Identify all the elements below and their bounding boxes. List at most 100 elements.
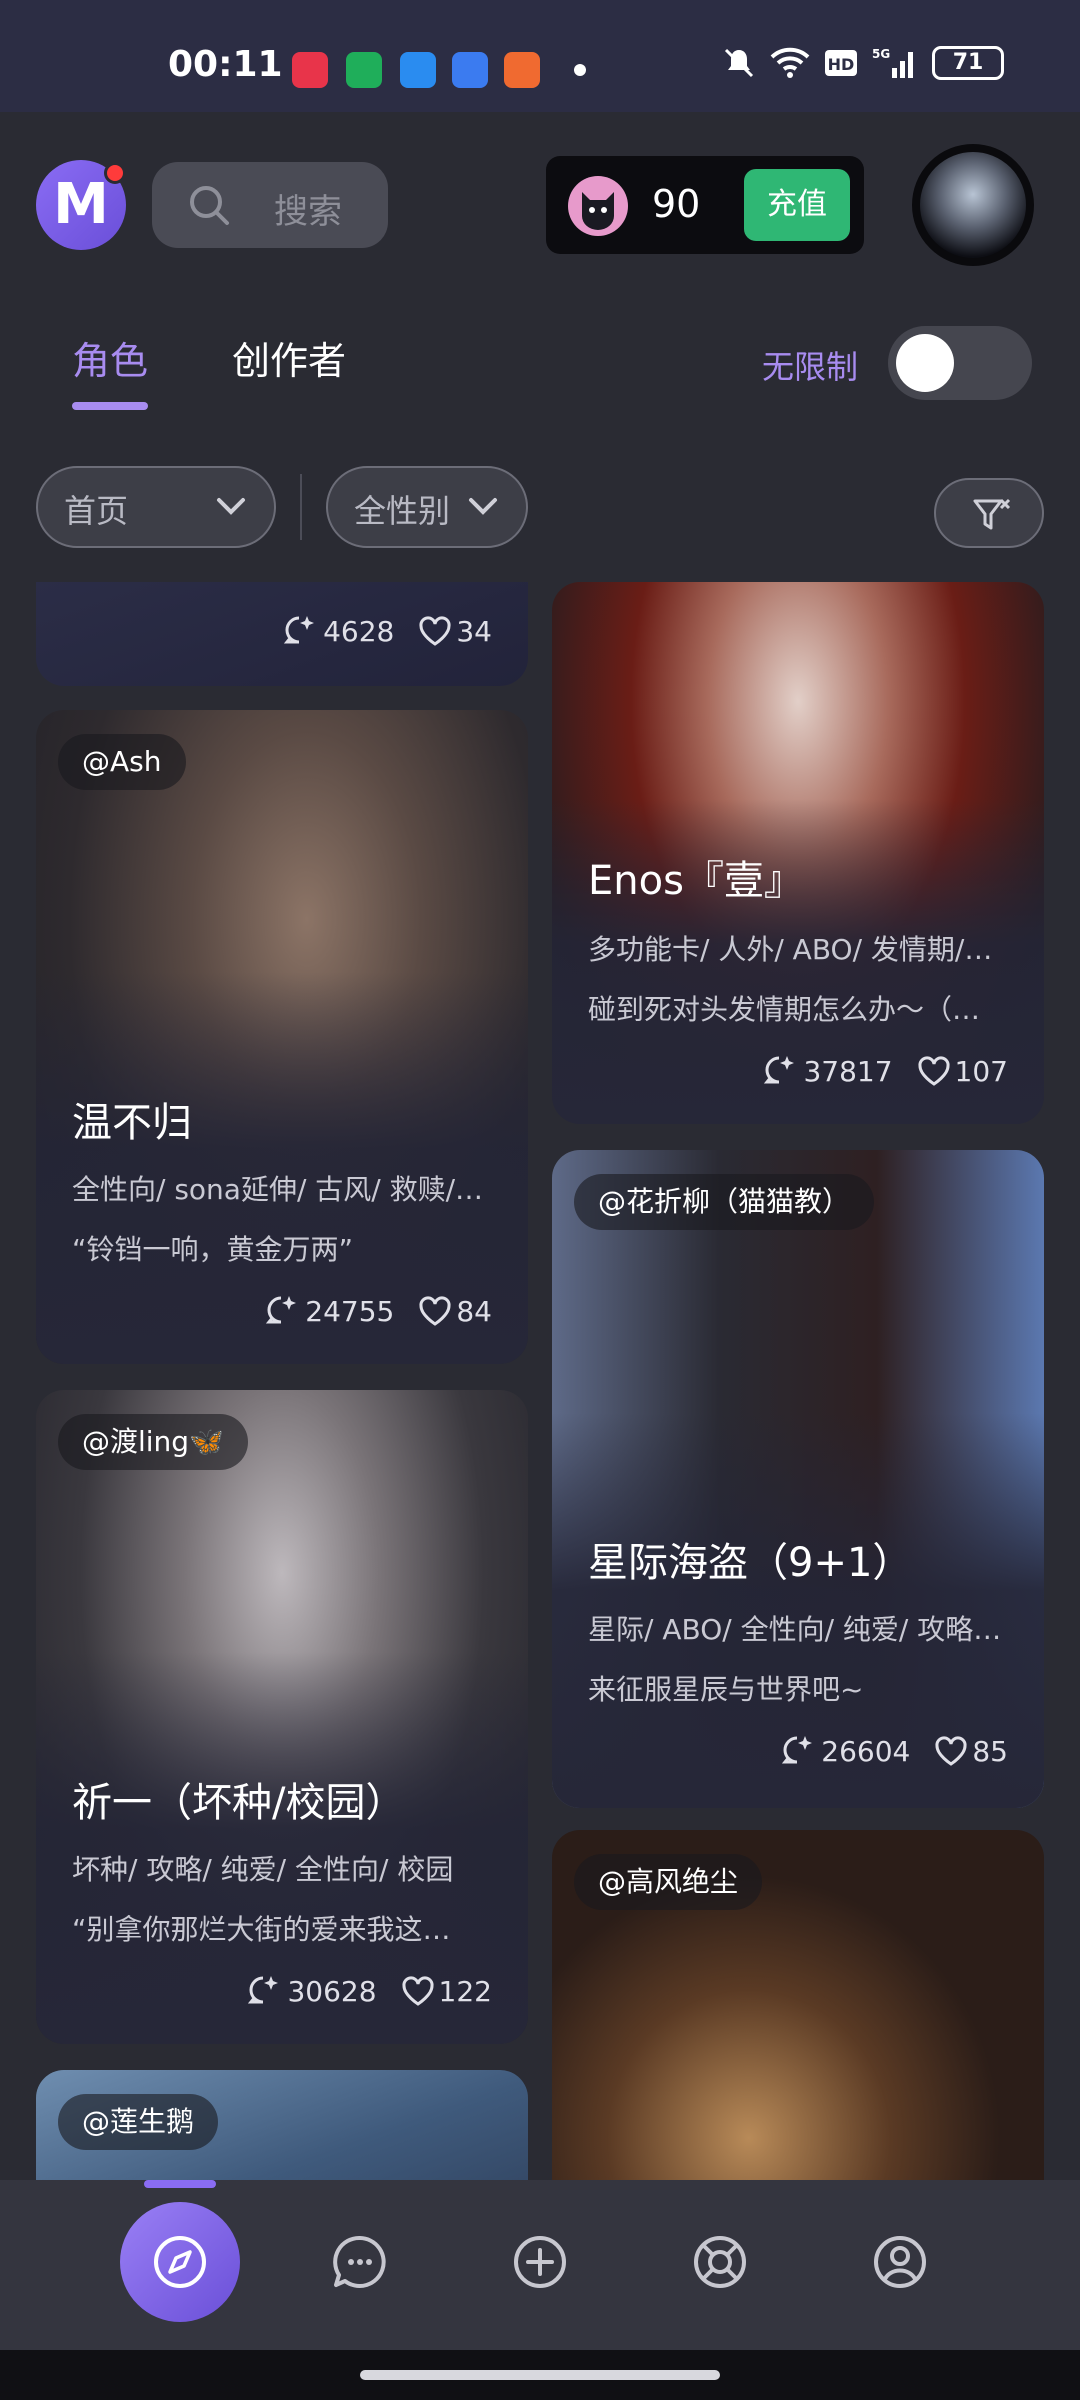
user-profile-icon bbox=[874, 2236, 926, 2288]
app-notification-icon bbox=[292, 52, 328, 88]
status-bar: 00:11 HD 5G 71 bbox=[0, 0, 1080, 112]
app-notification-icon bbox=[504, 52, 540, 88]
chevron-down-icon bbox=[217, 498, 245, 515]
card-description: “铃铛一响，黄金万两” bbox=[72, 1233, 354, 1266]
like-count: 122 bbox=[401, 1975, 492, 2008]
tab-active-indicator bbox=[72, 402, 148, 410]
chat-count: 24755 bbox=[265, 1294, 394, 1328]
chat-count: 4628 bbox=[283, 614, 394, 648]
app-notification-icon bbox=[452, 52, 488, 88]
svg-text:5G: 5G bbox=[872, 47, 890, 61]
nav-create[interactable] bbox=[510, 2232, 570, 2292]
chat-sparkle-icon bbox=[248, 1976, 279, 2004]
author-tag[interactable]: @高风绝尘 bbox=[574, 1854, 763, 1910]
gender-value: 全性别 bbox=[354, 492, 451, 530]
character-card[interactable]: 4628 34 bbox=[36, 582, 528, 686]
heart-icon bbox=[402, 1976, 434, 2006]
cat-coin-icon bbox=[568, 176, 628, 236]
card-tags: 全性向/ sona延伸/ 古风/ 救赎/… bbox=[72, 1173, 484, 1206]
notification-badge bbox=[104, 162, 126, 184]
nav-messages[interactable] bbox=[330, 2232, 390, 2292]
character-feed: 4628 34 @Ash 温不归 全性向/ sona延伸/ 古风/ 救赎/… “… bbox=[0, 582, 1080, 2182]
card-title: 星际海盗（9+1） bbox=[588, 1540, 913, 1586]
chat-count: 30628 bbox=[247, 1974, 377, 2008]
filter-divider bbox=[300, 474, 302, 540]
character-card[interactable]: Enos『壹』 多功能卡/ 人外/ ABO/ 发情期/… 碰到死对头发情期怎么办… bbox=[552, 582, 1044, 1124]
app-notification-icon bbox=[400, 52, 436, 88]
mute-icon bbox=[724, 48, 754, 78]
battery-level: 71 bbox=[932, 46, 1004, 80]
card-description: 碰到死对头发情期怎么办～（… bbox=[588, 993, 981, 1026]
chat-count: 37817 bbox=[763, 1054, 893, 1088]
author-tag[interactable]: @渡ling🦋 bbox=[58, 1414, 248, 1470]
card-tags: 坏种/ 攻略/ 纯爱/ 全性向/ 校园 bbox=[72, 1853, 454, 1886]
card-tags: 多功能卡/ 人外/ ABO/ 发情期/… bbox=[588, 933, 993, 966]
status-time: 00:11 bbox=[168, 44, 283, 85]
tab-creators[interactable]: 创作者 bbox=[232, 330, 346, 385]
character-card[interactable]: @莲生鹅 bbox=[36, 2070, 528, 2182]
home-indicator[interactable] bbox=[360, 2370, 720, 2380]
coin-count: 90 bbox=[652, 182, 701, 226]
author-tag[interactable]: @花折柳（猫猫教） bbox=[574, 1174, 875, 1230]
wifi-icon bbox=[770, 47, 810, 78]
author-tag[interactable]: @Ash bbox=[58, 734, 186, 790]
card-tags: 星际/ ABO/ 全性向/ 纯爱/ 攻略… bbox=[588, 1613, 1002, 1646]
author-tag[interactable]: @莲生鹅 bbox=[58, 2094, 219, 2150]
category-dropdown[interactable]: 首页 bbox=[36, 466, 276, 548]
character-card[interactable]: @Ash 温不归 全性向/ sona延伸/ 古风/ 救赎/… “铃铛一响，黄金万… bbox=[36, 710, 528, 1364]
like-count: 107 bbox=[917, 1055, 1008, 1088]
unlimited-toggle[interactable] bbox=[888, 326, 1032, 400]
character-card[interactable]: @高风绝尘 bbox=[552, 1830, 1044, 2182]
tab-characters[interactable]: 角色 bbox=[72, 330, 148, 385]
unlimited-label: 无限制 bbox=[762, 348, 859, 386]
gender-dropdown[interactable]: 全性别 bbox=[326, 466, 528, 548]
compass-icon bbox=[154, 2236, 206, 2288]
like-count: 34 bbox=[418, 615, 492, 648]
card-title: Enos『壹』 bbox=[588, 858, 804, 904]
nav-help[interactable] bbox=[690, 2232, 750, 2292]
gesture-area bbox=[0, 2350, 1080, 2400]
chat-count: 26604 bbox=[781, 1734, 910, 1768]
like-count: 85 bbox=[934, 1735, 1008, 1768]
toggle-knob bbox=[896, 334, 954, 392]
card-title: 祈一（坏种/校园） bbox=[72, 1780, 406, 1826]
nav-active-indicator bbox=[144, 2180, 216, 2188]
heart-icon bbox=[419, 1296, 451, 1326]
nav-discover[interactable] bbox=[120, 2202, 240, 2322]
heart-icon bbox=[918, 1056, 950, 1086]
signal-icon: 5G bbox=[872, 47, 913, 78]
bottom-navigation bbox=[0, 2180, 1080, 2350]
recharge-button[interactable]: 充值 bbox=[744, 169, 850, 241]
filter-button[interactable] bbox=[934, 478, 1044, 548]
heart-icon bbox=[419, 616, 451, 646]
top-bar: M 搜索 90 充值 bbox=[0, 112, 1080, 312]
chat-sparkle-icon bbox=[266, 1296, 297, 1324]
card-description: 来征服星辰与世界吧~ bbox=[588, 1673, 864, 1706]
chat-bubble-icon bbox=[333, 2235, 386, 2288]
add-circle-icon bbox=[514, 2236, 566, 2288]
chat-sparkle-icon bbox=[764, 1056, 795, 1084]
search-input[interactable]: 搜索 bbox=[152, 162, 388, 248]
svg-text:HD: HD bbox=[828, 55, 855, 74]
like-count: 84 bbox=[418, 1295, 492, 1328]
app-notification-icon bbox=[346, 52, 382, 88]
search-icon bbox=[190, 186, 229, 225]
user-avatar[interactable] bbox=[912, 144, 1034, 266]
filter-clear-icon bbox=[973, 498, 1011, 530]
category-value: 首页 bbox=[64, 492, 129, 530]
filter-bar: 首页 全性别 bbox=[0, 452, 1080, 582]
more-notifications-icon bbox=[574, 64, 586, 76]
chat-sparkle-icon bbox=[283, 616, 315, 644]
hd-icon: HD bbox=[825, 50, 857, 76]
app-logo[interactable]: M bbox=[36, 160, 126, 250]
chat-sparkle-icon bbox=[782, 1736, 813, 1764]
tab-bar: 角色 创作者 无限制 bbox=[0, 312, 1080, 452]
character-card[interactable]: @花折柳（猫猫教） 星际海盗（9+1） 星际/ ABO/ 全性向/ 纯爱/ 攻略… bbox=[552, 1150, 1044, 1808]
character-card[interactable]: @渡ling🦋 祈一（坏种/校园） 坏种/ 攻略/ 纯爱/ 全性向/ 校园 “别… bbox=[36, 1390, 528, 2044]
card-description: “别拿你那烂大街的爱来我这… bbox=[72, 1913, 451, 1946]
lifebuoy-icon bbox=[694, 2236, 746, 2288]
heart-icon bbox=[935, 1736, 967, 1766]
nav-profile[interactable] bbox=[870, 2232, 930, 2292]
search-placeholder: 搜索 bbox=[274, 192, 342, 232]
coin-balance: 90 充值 bbox=[546, 156, 864, 254]
